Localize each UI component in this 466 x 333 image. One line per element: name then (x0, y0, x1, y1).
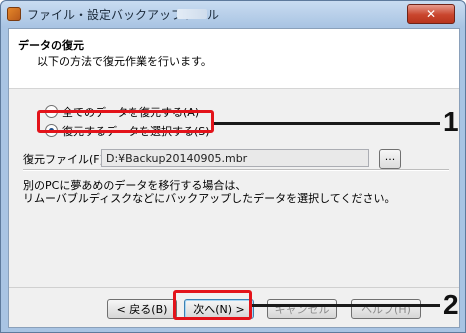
close-button[interactable]: ✕ (407, 4, 455, 24)
callout-box-2 (173, 290, 252, 320)
callout-number-2: 2 (443, 289, 459, 320)
restore-file-field[interactable]: D:¥Backup20140905.mbr (101, 149, 369, 167)
restore-file-label: 復元ファイル(F) (23, 153, 104, 166)
title-bar[interactable]: ファイル・設定バックアップツール ✕ (1, 1, 465, 27)
callout-box-1 (37, 110, 214, 133)
close-icon: ✕ (425, 7, 437, 21)
callout-number-1: 1 (443, 106, 459, 137)
page-title: データの復元 (18, 39, 84, 52)
callout-line-2 (252, 304, 440, 307)
note-line-2: リムーバブルディスクなどにバックアップしたデータを選択してください。 (23, 192, 396, 205)
wizard-header: データの復元 以下の方法で復元作業を行います。 (9, 29, 459, 89)
cancel-button[interactable]: キャンセル (267, 299, 337, 319)
back-button[interactable]: < 戻る(B) (107, 299, 177, 319)
callout-line-1 (214, 122, 440, 125)
title-blur (177, 9, 207, 19)
page-subtitle: 以下の方法で復元作業を行います。 (37, 55, 212, 68)
browse-button[interactable]: ... (379, 149, 401, 169)
dialog-client: データの復元 以下の方法で復元作業を行います。 全てのデータを復元する(A) 復… (8, 28, 460, 328)
app-icon (7, 7, 21, 21)
separator (23, 169, 449, 171)
footer-separator (9, 287, 459, 288)
help-button[interactable]: ヘルプ(H) (351, 299, 421, 319)
dialog-window: ファイル・設定バックアップツール ✕ データの復元 以下の方法で復元作業を行いま… (0, 0, 466, 333)
